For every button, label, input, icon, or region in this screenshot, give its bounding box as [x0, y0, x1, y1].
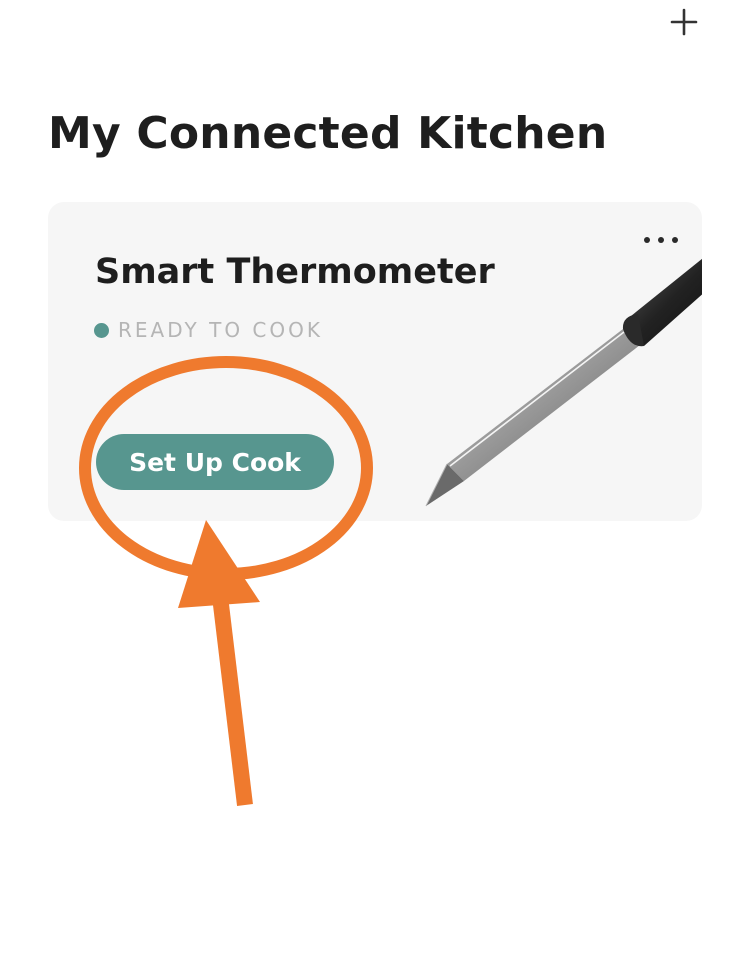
ellipsis-icon [644, 237, 650, 243]
set-up-cook-button[interactable]: Set Up Cook [96, 434, 334, 490]
status-indicator: READY TO COOK [94, 318, 323, 342]
connected-kitchen-screen: My Connected Kitchen Smart Thermometer R… [0, 0, 750, 959]
status-dot [94, 322, 109, 338]
arrow-head [178, 520, 260, 608]
more-options-button[interactable] [644, 228, 678, 252]
arrow-shaft [211, 587, 253, 806]
add-device-button[interactable] [664, 2, 704, 42]
status-text: READY TO COOK [118, 318, 323, 342]
page-title: My Connected Kitchen [48, 108, 608, 159]
device-name: Smart Thermometer [95, 252, 495, 292]
device-card[interactable]: Smart Thermometer READY TO COOK Set Up C… [48, 202, 702, 521]
plus-icon [670, 8, 698, 36]
